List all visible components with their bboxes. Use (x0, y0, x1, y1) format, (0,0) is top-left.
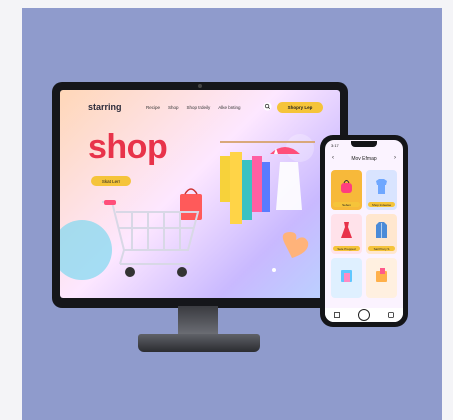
square-icon[interactable] (334, 312, 340, 318)
product-card[interactable]: Shop Indeetse (366, 170, 397, 210)
shopping-bag-icon (341, 270, 352, 282)
shopping-cart-icon (102, 201, 200, 265)
card-label: Seben (333, 202, 360, 207)
product-card[interactable] (366, 258, 397, 298)
smartphone: 3:17 ‹ Mov Efmap › Seben Shop Indeetse S… (320, 135, 408, 327)
product-card[interactable]: Sele Prepped (331, 214, 362, 254)
menu-icon[interactable] (388, 312, 394, 318)
desktop-screen: starring Recipe Shop Shop trdeily Alke b… (60, 90, 340, 298)
webcam (198, 84, 202, 88)
phone-title: Mov Efmap (351, 156, 377, 162)
hero-illustration (60, 134, 315, 280)
jacket-icon (376, 222, 387, 238)
shirt-icon (376, 179, 387, 194)
forward-arrow-icon[interactable]: › (394, 155, 396, 161)
blob-decoration (60, 220, 112, 280)
handbag-icon (341, 180, 352, 193)
product-grid: Seben Shop Indeetse Sele Prepped Sail Pr… (331, 170, 397, 298)
card-label: Sail Prery S (368, 246, 395, 251)
phone-notch (351, 141, 377, 147)
card-label: Sele Prepped (333, 246, 360, 251)
shopping-bag-icon (180, 188, 202, 220)
monitor-neck (178, 306, 218, 336)
phone-screen: 3:17 ‹ Mov Efmap › Seben Shop Indeetse S… (325, 140, 403, 322)
home-button[interactable] (358, 309, 370, 321)
product-card[interactable] (331, 258, 362, 298)
product-card[interactable]: Sail Prery S (366, 214, 397, 254)
desktop-monitor: starring Recipe Shop Shop trdeily Alke b… (52, 82, 348, 308)
product-card[interactable]: Seben (331, 170, 362, 210)
gift-bag-icon (376, 268, 387, 282)
status-time: 3:17 (331, 143, 339, 148)
dress-icon (341, 222, 352, 238)
heart-icon (282, 232, 309, 258)
phone-tab-bar (325, 308, 403, 322)
card-label: Shop Indeetse (368, 202, 395, 207)
monitor-stand (138, 334, 260, 352)
